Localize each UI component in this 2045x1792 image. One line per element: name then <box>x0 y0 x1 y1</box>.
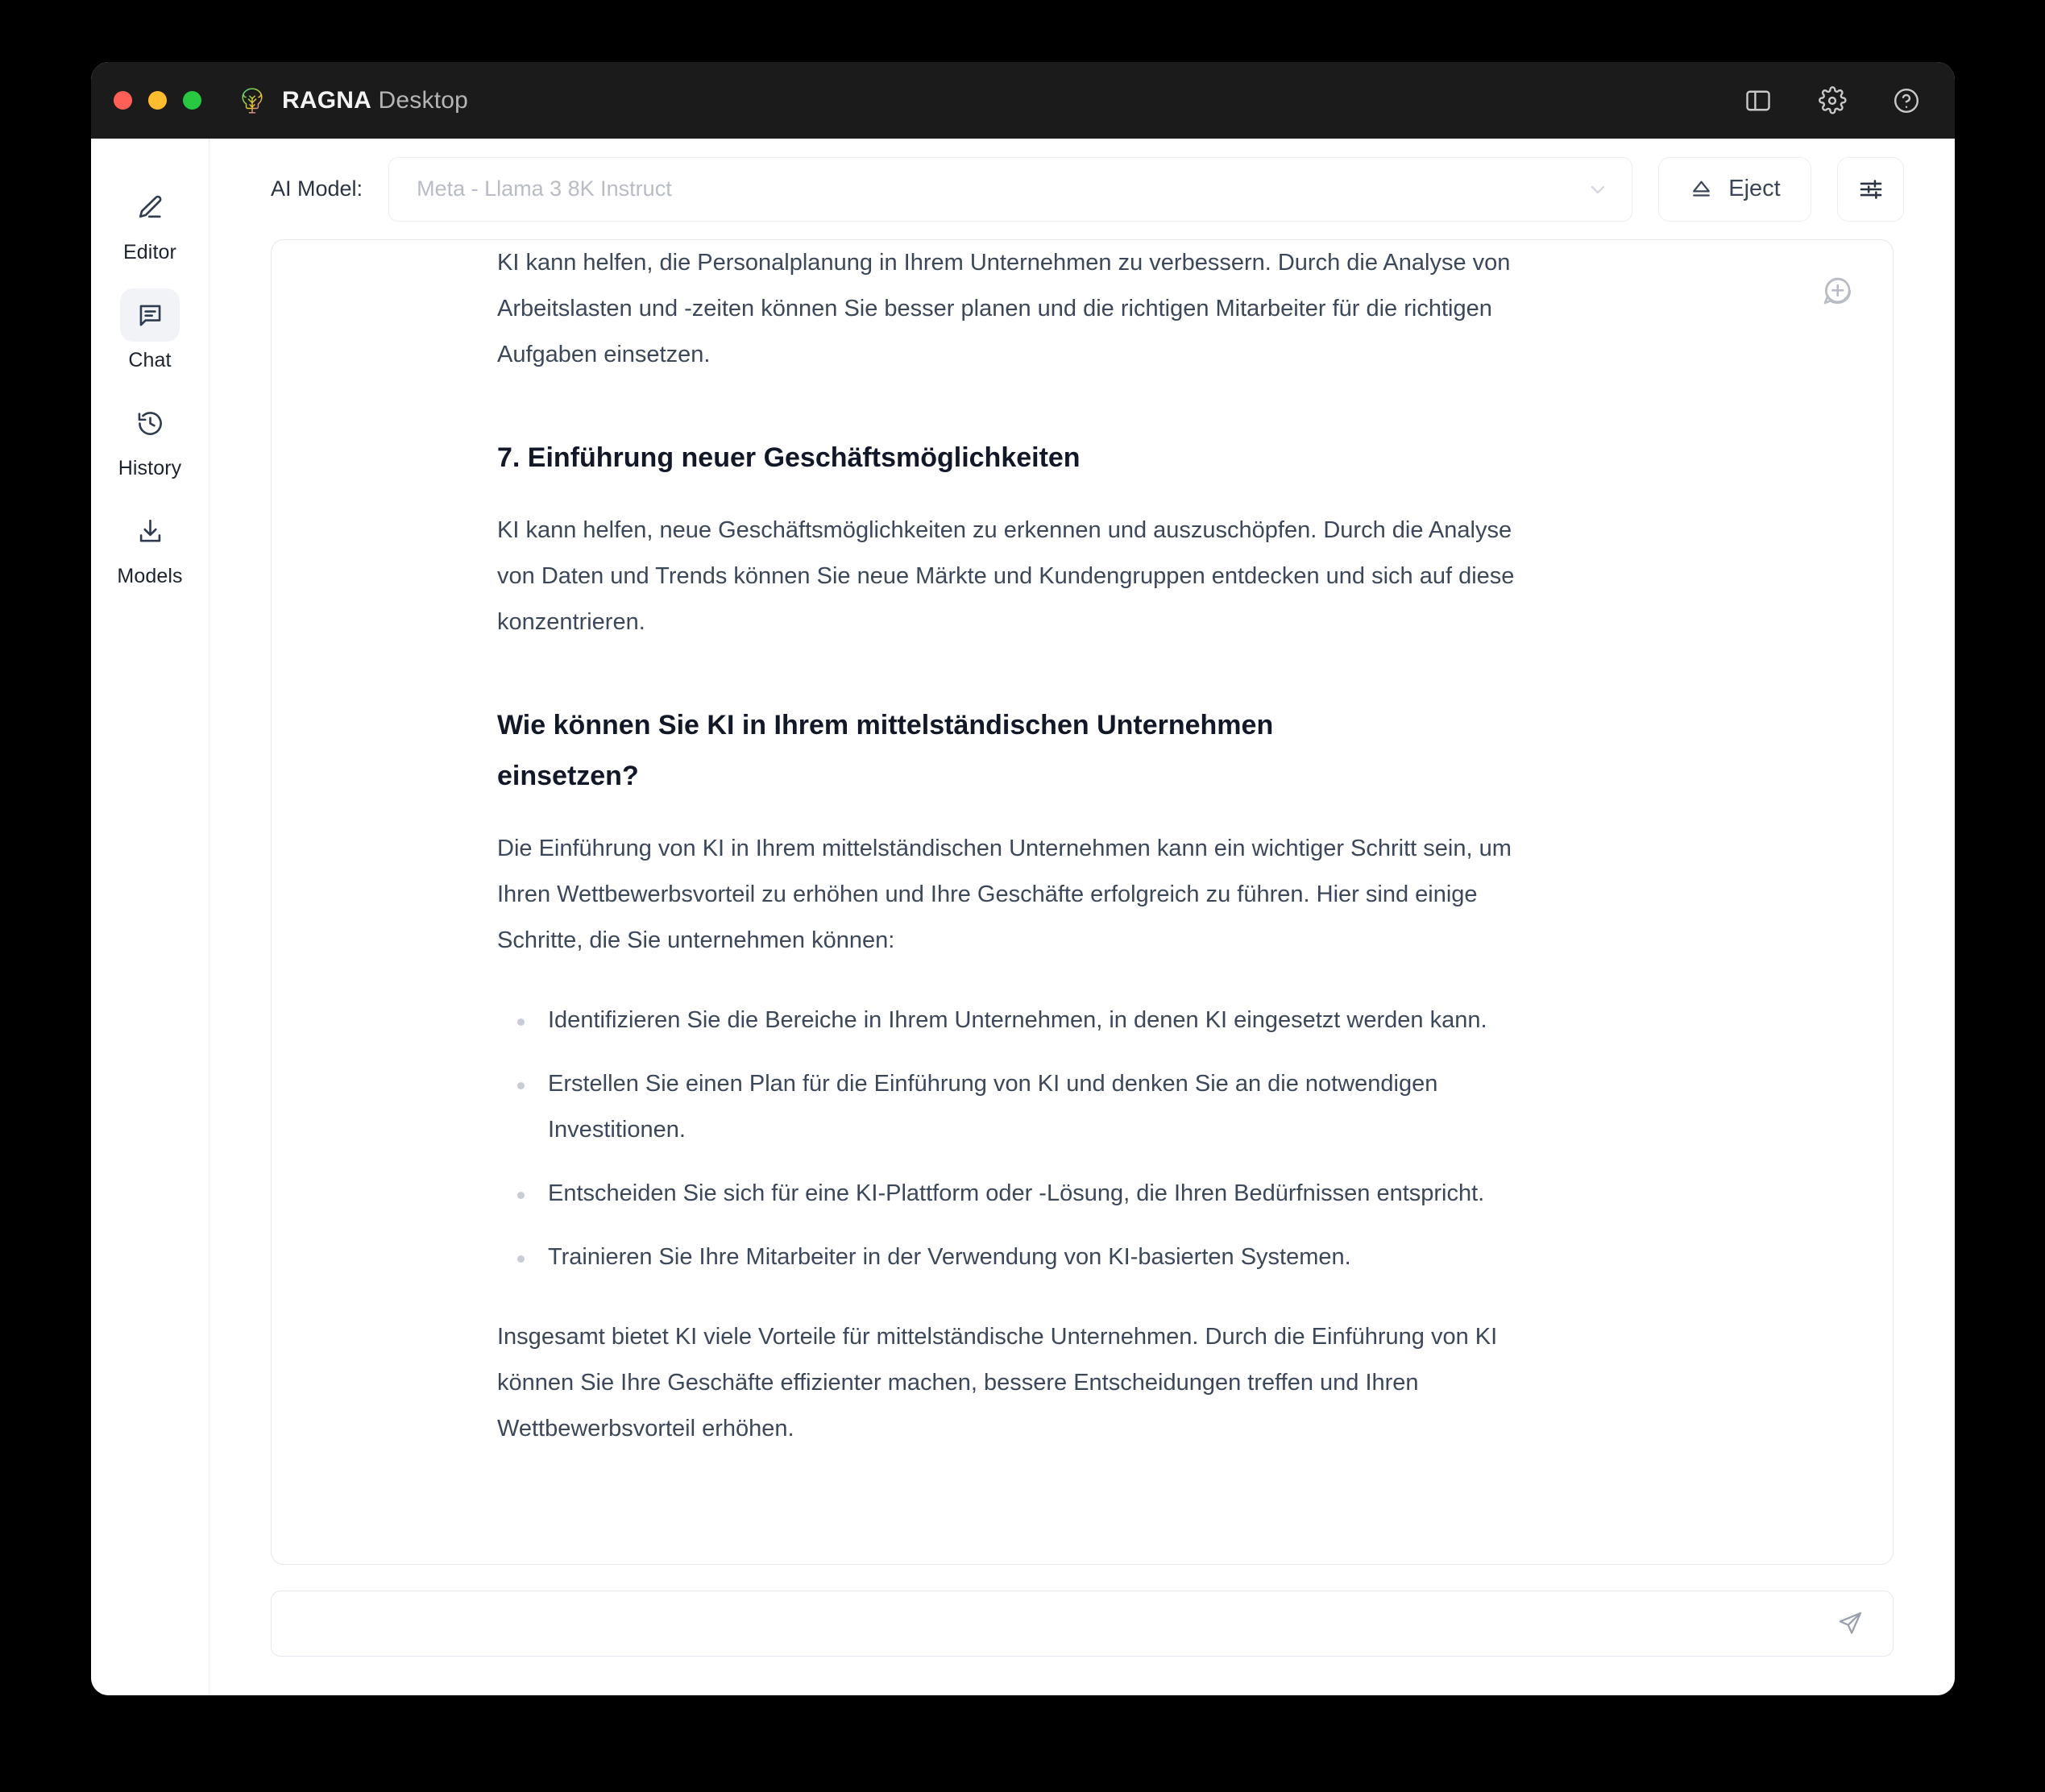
main-content: AI Model: Meta - Llama 3 8K Instruct <box>209 139 1955 1695</box>
app-window: RAGNA Desktop <box>91 62 1955 1695</box>
eject-icon <box>1689 176 1714 201</box>
eject-button-label: Eject <box>1728 176 1780 202</box>
titlebar-actions <box>1742 85 1923 117</box>
sliders-icon <box>1857 176 1885 203</box>
message-paragraph: KI kann helfen, neue Geschäftsmöglichkei… <box>497 508 1537 645</box>
minimize-button[interactable] <box>148 91 167 110</box>
assistant-message-card: KI kann helfen, die Personalplanung in I… <box>271 239 1894 1565</box>
sidebar-item-label: Chat <box>128 351 171 371</box>
chat-bubble-icon <box>120 288 180 342</box>
add-comment-icon[interactable] <box>1820 274 1854 308</box>
app-brand: RAGNA Desktop <box>235 84 468 118</box>
download-icon <box>120 504 180 558</box>
list-item: Entscheiden Sie sich für eine KI-Plattfo… <box>497 1171 1561 1217</box>
sidebar-item-chat[interactable]: Chat <box>102 285 197 375</box>
list-item: Trainieren Sie Ihre Mitarbeiter in der V… <box>497 1234 1561 1280</box>
title-bar: RAGNA Desktop <box>91 62 1955 139</box>
ragna-brain-logo-icon <box>235 84 269 118</box>
traffic-lights <box>114 91 201 110</box>
sidebar-item-models[interactable]: Models <box>102 501 197 591</box>
chat-area: KI kann helfen, die Personalplanung in I… <box>209 239 1955 1565</box>
list-item: Erstellen Sie einen Plan für die Einführ… <box>497 1061 1561 1153</box>
sidebar-item-editor[interactable]: Editor <box>102 177 197 268</box>
message-bullet-list: Identifizieren Sie die Bereiche in Ihrem… <box>497 998 1561 1280</box>
sidebar: Editor Chat <box>91 139 209 1695</box>
sidebar-item-label: Editor <box>123 243 176 263</box>
message-paragraph: Die Einführung von KI in Ihrem mittelstä… <box>497 826 1537 964</box>
brand-name: RAGNA <box>282 87 371 114</box>
eject-button[interactable]: Eject <box>1658 157 1811 222</box>
model-select-value: Meta - Llama 3 8K Instruct <box>417 176 1587 201</box>
maximize-button[interactable] <box>183 91 201 110</box>
composer[interactable] <box>271 1591 1894 1657</box>
send-icon <box>1836 1609 1865 1638</box>
pencil-icon <box>120 180 180 234</box>
close-button[interactable] <box>114 91 132 110</box>
clock-history-icon <box>120 396 180 450</box>
model-select[interactable]: Meta - Llama 3 8K Instruct <box>388 157 1632 222</box>
panel-toggle-icon[interactable] <box>1742 85 1774 117</box>
model-label: AI Model: <box>271 176 363 201</box>
gear-icon[interactable] <box>1816 85 1848 117</box>
model-toolbar: AI Model: Meta - Llama 3 8K Instruct <box>209 139 1955 239</box>
help-icon[interactable] <box>1890 85 1923 117</box>
model-settings-button[interactable] <box>1837 157 1904 222</box>
brand-suffix: Desktop <box>379 87 468 114</box>
message-paragraph: Insgesamt bietet KI viele Vorteile für m… <box>497 1314 1537 1452</box>
chat-input[interactable] <box>299 1591 1831 1656</box>
sidebar-item-label: History <box>118 458 181 479</box>
send-button[interactable] <box>1831 1605 1869 1642</box>
assistant-message-body: KI kann helfen, die Personalplanung in I… <box>272 240 1893 1564</box>
message-heading: 7. Einführung neuer Geschäftsmöglichkeit… <box>497 433 1408 483</box>
list-item: Identifizieren Sie die Bereiche in Ihrem… <box>497 998 1561 1043</box>
message-paragraph: KI kann helfen, die Personalplanung in I… <box>497 240 1537 378</box>
window-body: Editor Chat <box>91 139 1955 1695</box>
sidebar-item-history[interactable]: History <box>102 393 197 483</box>
chevron-down-icon <box>1587 178 1609 201</box>
sidebar-item-label: Models <box>117 566 182 587</box>
message-heading: Wie können Sie KI in Ihrem mittelständis… <box>497 700 1408 802</box>
composer-area <box>209 1565 1955 1695</box>
